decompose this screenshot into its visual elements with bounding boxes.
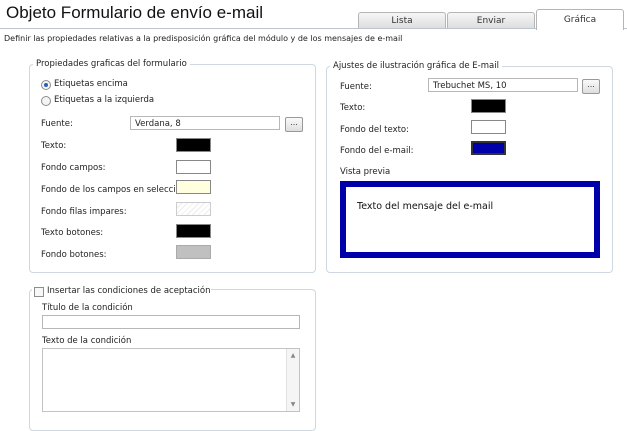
email-font-browse-button[interactable]: ... bbox=[582, 79, 600, 94]
form-field-bg-label: Fondo campos: bbox=[41, 163, 106, 173]
form-text-color-swatch[interactable] bbox=[176, 138, 211, 152]
email-preview: Texto del mensaje del e-mail bbox=[340, 181, 600, 258]
preview-label: Vista previa bbox=[340, 167, 391, 177]
tab-grafica[interactable]: Gráfica bbox=[536, 9, 624, 30]
email-bg-label: Fondo del e-mail: bbox=[340, 146, 414, 156]
radio-labels-left-label: Etiquetas a la izquierda bbox=[54, 95, 155, 105]
form-button-bg-label: Fondo botones: bbox=[41, 250, 107, 260]
condition-text-value bbox=[43, 349, 299, 353]
email-text-bg-label: Fondo del texto: bbox=[340, 125, 410, 135]
scroll-up-icon[interactable]: ▲ bbox=[287, 352, 299, 359]
scroll-down-icon[interactable]: ▼ bbox=[287, 401, 299, 408]
tab-enviar[interactable]: Enviar bbox=[447, 12, 535, 29]
form-button-bg-swatch[interactable] bbox=[176, 245, 211, 259]
form-font-browse-button[interactable]: ... bbox=[285, 117, 303, 132]
form-selected-field-bg-label: Fondo de los campos en selección: bbox=[41, 185, 190, 195]
condition-title-input[interactable] bbox=[42, 315, 300, 329]
radio-labels-above[interactable] bbox=[41, 80, 51, 90]
email-text-bg-swatch[interactable] bbox=[471, 120, 506, 134]
form-text-color-label: Texto: bbox=[41, 141, 67, 151]
page-description: Definir las propiedades relativas a la p… bbox=[4, 34, 403, 43]
header-divider bbox=[0, 28, 627, 29]
email-font-field[interactable]: Trebuchet MS, 10 bbox=[428, 78, 578, 92]
form-field-bg-swatch[interactable] bbox=[176, 160, 211, 174]
email-text-color-swatch[interactable] bbox=[471, 99, 506, 113]
radio-labels-above-label: Etiquetas encima bbox=[54, 79, 128, 89]
email-bg-swatch[interactable] bbox=[471, 141, 506, 155]
conditions-checkbox-label: Insertar las condiciones de aceptación bbox=[47, 286, 211, 296]
tab-lista[interactable]: Lista bbox=[358, 12, 446, 29]
email-text-color-label: Texto: bbox=[340, 103, 366, 113]
condition-title-label: Título de la condición bbox=[42, 303, 133, 313]
form-font-field[interactable]: Verdana, 8 bbox=[130, 116, 280, 130]
email-font-label: Fuente: bbox=[340, 82, 372, 92]
form-font-label: Fuente: bbox=[41, 119, 73, 129]
radio-labels-left[interactable] bbox=[41, 96, 51, 106]
form-button-text-swatch[interactable] bbox=[176, 224, 211, 238]
conditions-checkbox[interactable] bbox=[34, 287, 44, 297]
email-props-legend: Ajustes de ilustración gráfica de E-mail bbox=[330, 61, 502, 71]
form-props-legend: Propiedades graficas del formulario bbox=[33, 59, 190, 69]
form-button-text-label: Texto botones: bbox=[41, 228, 104, 238]
email-preview-text: Texto del mensaje del e-mail bbox=[346, 187, 594, 252]
condition-text-scrollbar[interactable]: ▲ ▼ bbox=[286, 349, 299, 411]
form-selected-field-bg-swatch[interactable] bbox=[176, 180, 211, 194]
form-odd-rows-bg-swatch[interactable] bbox=[176, 202, 211, 216]
form-odd-rows-bg-label: Fondo filas impares: bbox=[41, 207, 127, 217]
condition-text-area[interactable]: ▲ ▼ bbox=[42, 348, 300, 412]
condition-text-label: Texto de la condición bbox=[42, 336, 132, 346]
page-title: Objeto Formulario de envío e-mail bbox=[6, 3, 264, 22]
